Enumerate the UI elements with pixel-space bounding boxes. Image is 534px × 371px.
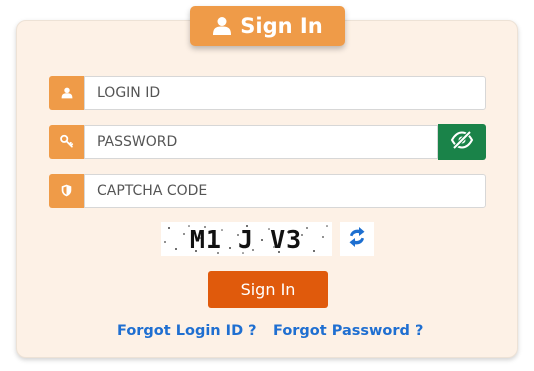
sign-in-header: Sign In bbox=[190, 6, 345, 46]
login-id-addon bbox=[49, 76, 84, 110]
password-toggle-button[interactable] bbox=[438, 124, 486, 160]
login-id-input[interactable] bbox=[84, 76, 486, 110]
eye-slash-icon bbox=[450, 130, 474, 153]
captcha-refresh-button[interactable] bbox=[340, 222, 374, 256]
captcha-image: M1 J V3 bbox=[161, 222, 332, 256]
password-input[interactable] bbox=[84, 125, 438, 159]
user-icon bbox=[212, 16, 232, 36]
captcha-row bbox=[49, 174, 486, 208]
captcha-text: M1 J V3 bbox=[190, 225, 302, 254]
forgot-password-link[interactable]: Forgot Password ? bbox=[273, 323, 423, 339]
login-id-row bbox=[49, 76, 486, 110]
shield-icon bbox=[61, 182, 72, 201]
key-icon bbox=[59, 133, 74, 152]
refresh-icon bbox=[345, 225, 369, 253]
password-addon bbox=[49, 125, 84, 159]
forgot-login-id-link[interactable]: Forgot Login ID ? bbox=[117, 323, 257, 339]
password-row bbox=[49, 124, 486, 160]
captcha-input[interactable] bbox=[84, 174, 486, 208]
sign-in-button[interactable]: Sign In bbox=[208, 271, 328, 308]
user-icon bbox=[61, 84, 73, 103]
captcha-addon bbox=[49, 174, 84, 208]
header-title: Sign In bbox=[240, 14, 323, 38]
